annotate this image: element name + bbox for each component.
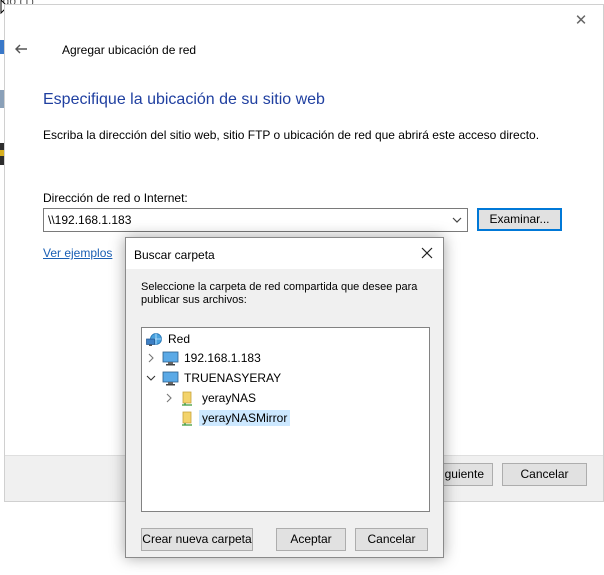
ok-button[interactable]: Aceptar bbox=[276, 528, 346, 551]
tree-item-red[interactable]: Red bbox=[146, 329, 190, 349]
shared-folder-icon bbox=[182, 411, 192, 426]
tree-item-label: Red bbox=[168, 332, 191, 346]
chevron-right-icon[interactable] bbox=[144, 351, 158, 365]
chevron-down-icon[interactable] bbox=[449, 212, 465, 228]
tree-item-truenasyeray[interactable]: TRUENASYERAY bbox=[144, 368, 281, 388]
network-icon bbox=[146, 332, 162, 346]
tree-item-yeraynasmirror[interactable]: yerayNASMirror bbox=[162, 408, 291, 428]
wizard-cancel-button[interactable]: Cancelar bbox=[502, 463, 587, 486]
dialog-titlebar: Buscar carpeta bbox=[126, 238, 443, 269]
browse-folder-dialog: Buscar carpeta Seleccione la carpeta de … bbox=[125, 237, 444, 558]
tree-expander-empty bbox=[162, 411, 176, 425]
address-label: Dirección de red o Internet: bbox=[43, 191, 188, 205]
dialog-title: Buscar carpeta bbox=[134, 248, 215, 262]
chevron-down-icon[interactable] bbox=[144, 371, 158, 385]
tree-item-label: yerayNAS bbox=[202, 391, 257, 405]
address-input[interactable] bbox=[44, 209, 444, 231]
dialog-instruction: Seleccione la carpeta de red compartida … bbox=[141, 281, 418, 306]
new-folder-button[interactable]: Crear nueva carpeta bbox=[141, 528, 253, 551]
page-heading: Especifique la ubicación de su sitio web bbox=[43, 91, 325, 108]
close-icon[interactable] bbox=[419, 245, 435, 261]
tree-item-yeraynas[interactable]: yerayNAS bbox=[162, 388, 256, 408]
back-arrow-icon[interactable] bbox=[13, 41, 29, 57]
tree-item-192-168-1-183[interactable]: 192.168.1.183 bbox=[144, 348, 261, 368]
tree-item-label: yerayNASMirror bbox=[199, 410, 291, 426]
folder-tree[interactable]: Red 192.168.1.183 TRUENASYERAY yerayNAS … bbox=[141, 327, 430, 512]
wizard-title: Agregar ubicación de red bbox=[62, 43, 197, 57]
tree-item-label: 192.168.1.183 bbox=[184, 351, 261, 365]
address-combobox[interactable] bbox=[43, 208, 468, 232]
dialog-cancel-button[interactable]: Cancelar bbox=[355, 528, 428, 551]
computer-icon bbox=[162, 371, 179, 385]
browse-button[interactable]: Examinar... bbox=[477, 208, 562, 231]
view-examples-link[interactable]: Ver ejemplos bbox=[43, 246, 112, 260]
tree-item-label: TRUENASYERAY bbox=[184, 371, 282, 385]
chevron-right-icon[interactable] bbox=[162, 391, 176, 405]
wizard-close-icon[interactable]: ✕ bbox=[573, 13, 589, 29]
computer-icon bbox=[162, 351, 179, 365]
shared-folder-icon bbox=[182, 391, 192, 406]
page-description: Escriba la dirección del sitio web, siti… bbox=[43, 128, 540, 142]
